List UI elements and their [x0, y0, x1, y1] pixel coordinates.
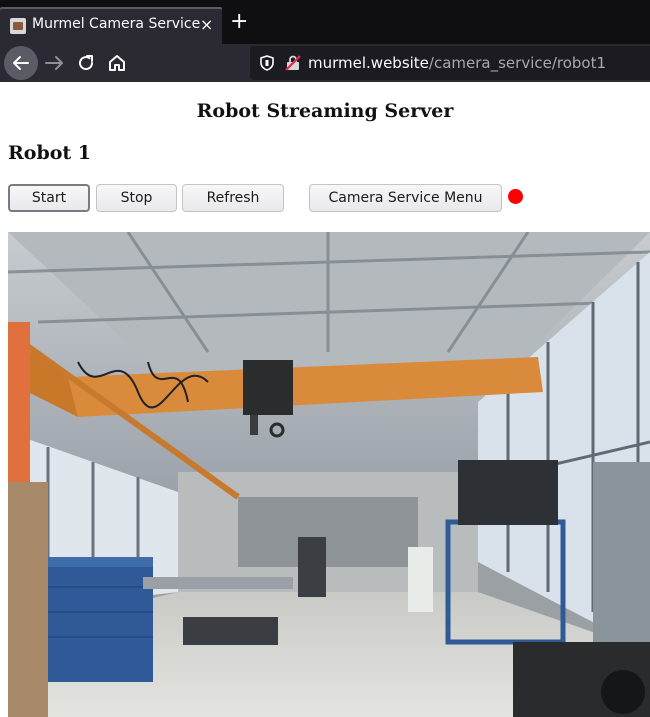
stream-status-indicator [508, 189, 523, 204]
tab-title: Murmel Camera Service [32, 16, 201, 32]
insecure-lock-icon[interactable] [284, 54, 302, 72]
browser-navbar: murmel.website/camera_service/robot1 [0, 44, 650, 82]
url-path: /camera_service/robot1 [428, 54, 607, 72]
url-host: murmel.website [308, 54, 429, 72]
site-favicon-icon [10, 18, 26, 34]
camera-feed-image [8, 232, 650, 717]
forward-button[interactable] [42, 51, 66, 75]
home-button[interactable] [105, 51, 129, 75]
camera-stream-view [8, 232, 650, 717]
refresh-button[interactable]: Refresh [182, 184, 284, 212]
arrow-left-icon [13, 56, 29, 70]
tab-close-icon[interactable]: × [200, 15, 213, 34]
home-icon [109, 55, 125, 71]
start-button[interactable]: Start [8, 184, 90, 212]
robot-title: Robot 1 [8, 142, 92, 164]
shield-icon[interactable] [258, 54, 276, 72]
page-heading: Robot Streaming Server [196, 100, 454, 122]
browser-tabstrip: Murmel Camera Service × + [0, 0, 650, 44]
camera-service-menu-button[interactable]: Camera Service Menu [309, 184, 502, 212]
url-text: murmel.website/camera_service/robot1 [308, 54, 606, 72]
back-button[interactable] [4, 46, 38, 80]
reload-button[interactable] [74, 51, 98, 75]
url-bar[interactable]: murmel.website/camera_service/robot1 [250, 46, 650, 80]
browser-tab[interactable]: Murmel Camera Service × [0, 7, 222, 44]
reload-icon [79, 55, 94, 71]
arrow-right-icon [45, 56, 63, 70]
new-tab-icon[interactable]: + [230, 11, 248, 33]
stop-button[interactable]: Stop [96, 184, 177, 212]
